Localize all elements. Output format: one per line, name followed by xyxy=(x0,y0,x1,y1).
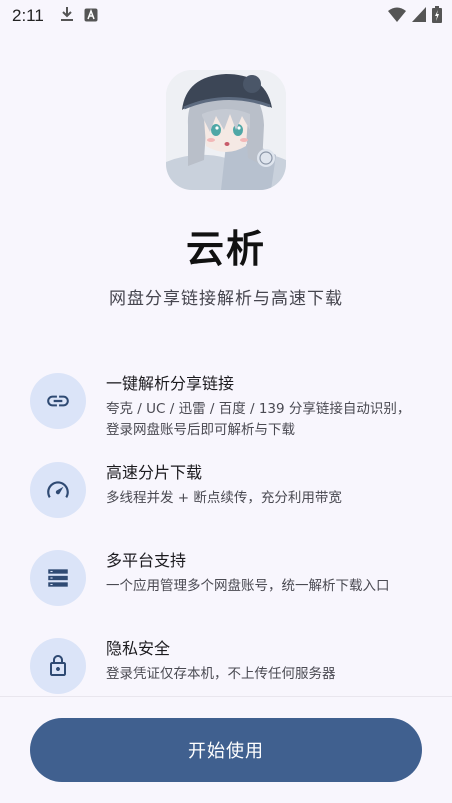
feature-privacy: 隐私安全 登录凭证仅存本机，不上传任何服务器 xyxy=(30,638,422,694)
storage-icon xyxy=(30,550,86,606)
feature-parse-links: 一键解析分享链接 夸克 / UC / 迅雷 / 百度 / 139 分享链接自动识… xyxy=(30,373,422,441)
feature-title: 多平台支持 xyxy=(106,551,187,570)
start-button[interactable]: 开始使用 xyxy=(30,718,422,782)
lock-icon xyxy=(30,638,86,694)
signal-icon xyxy=(412,6,426,26)
status-bar: 2:11 xyxy=(0,0,452,32)
feature-title: 高速分片下载 xyxy=(106,463,203,482)
status-time: 2:11 xyxy=(12,6,44,25)
link-icon xyxy=(30,373,86,429)
feature-description: 登录凭证仅存本机，不上传任何服务器 xyxy=(106,666,336,682)
feature-description: 多线程并发 + 断点续传，充分利用带宽 xyxy=(106,490,342,506)
wifi-icon xyxy=(388,7,406,26)
app-tagline: 网盘分享链接解析与高速下载 xyxy=(109,289,343,309)
speedometer-icon xyxy=(30,462,86,518)
feature-multi-platform: 多平台支持 一个应用管理多个网盘账号，统一解析下载入口 xyxy=(30,550,422,606)
feature-title: 隐私安全 xyxy=(106,639,171,658)
divider xyxy=(0,696,452,697)
feature-title: 一键解析分享链接 xyxy=(106,374,235,393)
app-name: 云析 xyxy=(185,227,266,271)
download-icon xyxy=(60,6,74,26)
feature-fast-download: 高速分片下载 多线程并发 + 断点续传，充分利用带宽 xyxy=(30,462,422,518)
battery-icon xyxy=(432,5,442,27)
app-logo xyxy=(166,70,286,190)
feature-description: 夸克 / UC / 迅雷 / 百度 / 139 分享链接自动识别，登录网盘账号后… xyxy=(106,401,411,438)
feature-description: 一个应用管理多个网盘账号，统一解析下载入口 xyxy=(106,578,390,594)
a-badge-icon xyxy=(84,7,98,26)
